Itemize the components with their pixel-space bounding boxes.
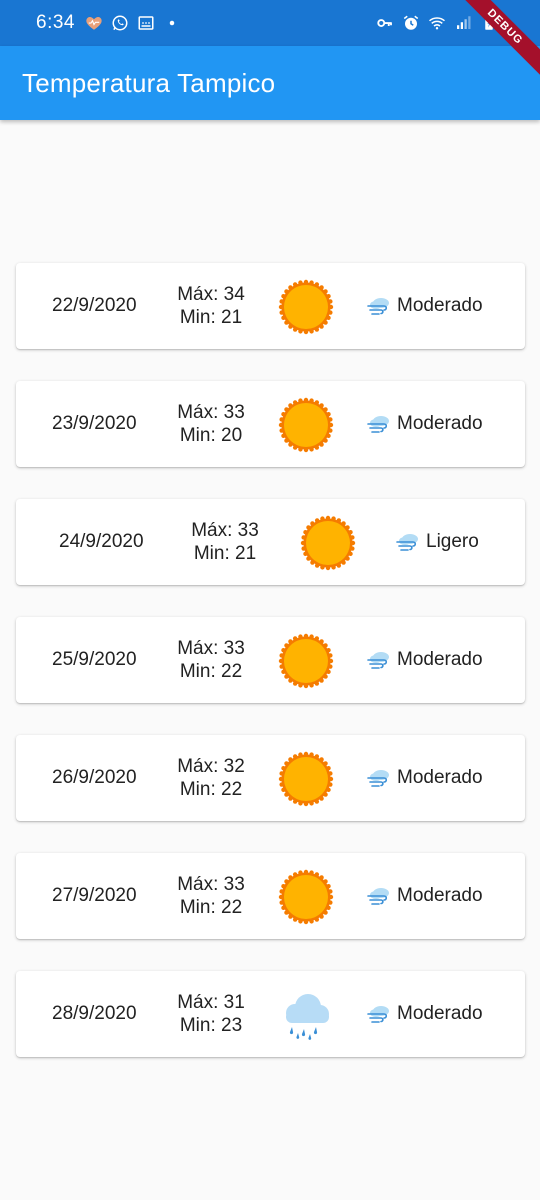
forecast-date: 28/9/2020: [52, 1003, 137, 1024]
sun-icon: [278, 869, 334, 925]
forecast-wind: Moderado: [366, 617, 483, 703]
forecast-card-3[interactable]: 24/9/2020 Máx: 33 Min: 21 Ligero: [16, 499, 525, 585]
wind-icon: [366, 292, 394, 320]
forecast-max-temp: Máx: 33: [191, 520, 259, 541]
battery-icon: [480, 14, 498, 32]
forecast-min-temp: Min: 21: [179, 307, 243, 328]
heart-icon: [85, 14, 103, 32]
wifi-icon: [428, 14, 446, 32]
forecast-date: 25/9/2020: [52, 649, 137, 670]
wind-icon: [366, 1000, 394, 1028]
forecast-max-temp: Máx: 34: [177, 284, 245, 305]
app-bar: Temperatura Tampico: [0, 46, 540, 120]
forecast-date: 26/9/2020: [52, 767, 137, 788]
forecast-temps: Máx: 33 Min: 20: [176, 401, 246, 447]
forecast-min-temp: Min: 23: [179, 1015, 243, 1036]
status-bar: 6:34: [0, 0, 540, 46]
forecast-temps: Máx: 33 Min: 21: [190, 519, 260, 565]
status-time: 6:34: [36, 12, 75, 33]
forecast-wind: Moderado: [366, 735, 483, 821]
forecast-temps: Máx: 33 Min: 22: [176, 873, 246, 919]
forecast-max-temp: Máx: 32: [177, 756, 245, 777]
forecast-min-temp: Min: 21: [193, 543, 257, 564]
page-title: Temperatura Tampico: [22, 67, 276, 98]
forecast-temps: Máx: 33 Min: 22: [176, 637, 246, 683]
sun-icon: [278, 397, 334, 453]
rain-cloud-icon: [278, 987, 334, 1043]
sun-icon: [278, 751, 334, 807]
forecast-wind-label: Moderado: [397, 413, 483, 434]
status-right-icons: [376, 14, 498, 32]
forecast-date: 22/9/2020: [52, 295, 137, 316]
alarm-icon: [402, 14, 420, 32]
forecast-min-temp: Min: 22: [179, 661, 243, 682]
whatsapp-icon: [111, 14, 129, 32]
forecast-temps: Máx: 31 Min: 23: [176, 991, 246, 1037]
forecast-wind: Moderado: [366, 381, 483, 467]
forecast-max-temp: Máx: 33: [177, 874, 245, 895]
forecast-wind-label: Moderado: [397, 885, 483, 906]
forecast-date: 24/9/2020: [59, 531, 144, 552]
sun-icon: [278, 633, 334, 689]
forecast-wind: Moderado: [366, 971, 483, 1057]
forecast-max-temp: Máx: 33: [177, 402, 245, 423]
forecast-min-temp: Min: 22: [179, 779, 243, 800]
forecast-wind: Moderado: [366, 853, 483, 939]
forecast-wind-label: Moderado: [397, 649, 483, 670]
forecast-max-temp: Máx: 31: [177, 992, 245, 1013]
forecast-wind-label: Moderado: [397, 1003, 483, 1024]
forecast-temps: Máx: 34 Min: 21: [176, 283, 246, 329]
forecast-card-2[interactable]: 23/9/2020 Máx: 33 Min: 20 Moderado: [16, 381, 525, 467]
forecast-wind-label: Moderado: [397, 295, 483, 316]
signal-icon: [454, 14, 472, 32]
forecast-card-4[interactable]: 25/9/2020 Máx: 33 Min: 22 Moderado: [16, 617, 525, 703]
forecast-card-6[interactable]: 27/9/2020 Máx: 33 Min: 22 Moderado: [16, 853, 525, 939]
forecast-card-1[interactable]: 22/9/2020 Máx: 34 Min: 21 Moderado: [16, 263, 525, 349]
forecast-wind: Moderado: [366, 263, 483, 349]
gallery-icon: [137, 14, 155, 32]
forecast-date: 27/9/2020: [52, 885, 137, 906]
forecast-card-5[interactable]: 26/9/2020 Máx: 32 Min: 22 Moderado: [16, 735, 525, 821]
forecast-date: 23/9/2020: [52, 413, 137, 434]
wind-icon: [395, 528, 423, 556]
key-icon: [376, 14, 394, 32]
status-left-icons: [85, 14, 181, 32]
wind-icon: [366, 764, 394, 792]
forecast-min-temp: Min: 22: [179, 897, 243, 918]
forecast-list[interactable]: 22/9/2020 Máx: 34 Min: 21 Moderado 23/9/…: [16, 263, 525, 1089]
sun-icon: [278, 279, 334, 335]
wind-icon: [366, 646, 394, 674]
sun-icon: [300, 515, 356, 571]
forecast-temps: Máx: 32 Min: 22: [176, 755, 246, 801]
forecast-wind-label: Ligero: [426, 531, 479, 552]
wind-icon: [366, 410, 394, 438]
forecast-wind: Ligero: [395, 499, 479, 585]
dot-icon: [163, 14, 181, 32]
forecast-max-temp: Máx: 33: [177, 638, 245, 659]
wind-icon: [366, 882, 394, 910]
forecast-min-temp: Min: 20: [179, 425, 243, 446]
forecast-wind-label: Moderado: [397, 767, 483, 788]
forecast-card-7[interactable]: 28/9/2020 Máx: 31 Min: 23 Moderado: [16, 971, 525, 1057]
